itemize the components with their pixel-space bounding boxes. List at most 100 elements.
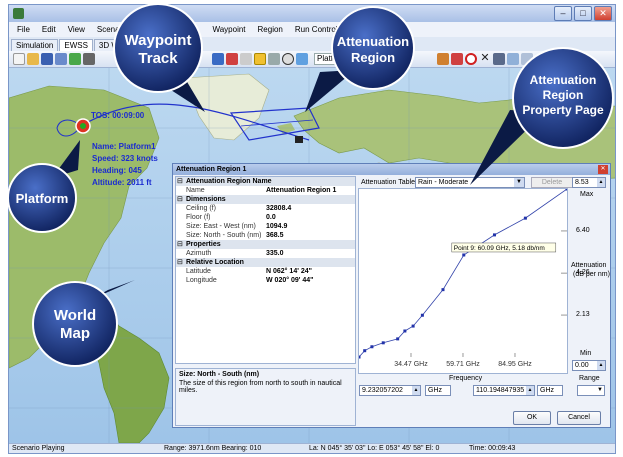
property-key: Azimuth [186,250,212,257]
waypoint-marker[interactable] [295,136,303,143]
max-value: 8.53 [575,179,589,186]
property-category[interactable]: Relative Location [176,258,355,267]
zoom-icon[interactable] [507,53,519,65]
menu-file[interactable]: File [17,25,30,34]
freq-from-unit: GHz [428,387,442,394]
freq-from-unit-select[interactable]: GHz [425,385,451,396]
record-icon[interactable] [465,53,477,65]
pan-icon[interactable] [521,53,533,65]
arrow-tool-icon[interactable] [296,53,308,65]
window-controls: – □ ✕ [554,6,612,21]
image-icon[interactable] [493,53,505,65]
grid-icon[interactable] [240,53,252,65]
property-value[interactable]: 32808.4 [266,204,291,213]
close-button[interactable]: ✕ [594,6,612,21]
pointer-icon[interactable] [55,53,67,65]
freq-to-spinner[interactable]: 110.194847935 ▲ [473,385,535,396]
menu-run-control[interactable]: Run Control [295,25,338,34]
range-bearing-text: Range: 3971.6nm Bearing: 010 [164,445,262,452]
property-category[interactable]: Attenuation Region Name [176,177,355,186]
x-tick-label: 34.47 GHz [394,361,428,368]
property-row[interactable]: Size: North - South (nm) 368.5 [176,231,355,240]
range-label: Range [579,375,600,382]
circle-tool-icon[interactable] [282,53,294,65]
property-row[interactable]: Latitude N 062° 14' 24" [176,267,355,276]
property-grid[interactable]: Attenuation Region NameName Attenuation R… [175,176,356,364]
y-tick-label: 2.13 [576,311,590,319]
menu-help[interactable]: Help [380,25,396,34]
open-folder-icon[interactable] [27,53,39,65]
platform-field[interactable]: Platfo [314,53,341,65]
tab-ewss[interactable]: EWSS [59,39,93,51]
property-value[interactable]: 1094.9 [266,222,287,231]
settings-icon[interactable] [83,53,95,65]
menu-region[interactable]: Region [258,25,283,34]
spinner-arrows-icon: ▲ [597,361,605,370]
tab-simulation[interactable]: Simulation [11,39,59,51]
data-point [403,329,407,333]
property-row[interactable]: Azimuth 335.0 [176,249,355,258]
property-category[interactable]: Properties [176,240,355,249]
property-value[interactable]: 368.5 [266,231,284,240]
menu-edit[interactable]: Edit [42,25,56,34]
min-spinner[interactable]: 0.00 ▲ [572,360,606,371]
max-spinner[interactable]: 8.53 ▲ [572,177,606,188]
platform-altitude-label: Altitude: 2011 ft [92,178,152,187]
description-text: The size of this region from north to so… [179,380,342,394]
data-point [381,341,385,345]
attenuation-table-label: Attenuation Table [361,179,415,186]
freq-from-spinner[interactable]: 9.232057202 ▲ [359,385,421,396]
menu-scenario[interactable]: Scenario [97,25,129,34]
data-point [523,216,527,220]
menu-tools[interactable]: Tools [350,25,369,34]
property-row[interactable]: Longitude W 020° 09' 44" [176,276,355,285]
range-select[interactable]: ▼ [577,385,605,396]
property-value[interactable]: N 062° 14' 24" [266,267,312,276]
freq-to-unit-select[interactable]: GHz [537,385,563,396]
x-tick-label: 59.71 GHz [446,361,480,368]
property-row[interactable]: Name Attenuation Region 1 [176,186,355,195]
region-tool-icon[interactable] [254,53,266,65]
attenuation-line [358,188,568,358]
export-icon[interactable] [437,53,449,65]
data-point [565,187,569,191]
save-icon[interactable] [41,53,53,65]
tooltip-text: Point 9: 60.09 GHz, 5.18 db/nm [454,245,545,252]
property-value[interactable]: 335.0 [266,249,284,258]
route-tool-icon[interactable] [212,53,224,65]
property-category[interactable]: Dimensions [176,195,355,204]
attenuation-table-select[interactable]: Rain - Moderate ▼ [415,177,525,188]
property-row[interactable]: Size: East - West (nm) 1094.9 [176,222,355,231]
property-row[interactable]: Floor (f) 0.0 [176,213,355,222]
platform-tool-icon[interactable] [69,53,81,65]
minimize-button[interactable]: – [554,6,572,21]
delete-button[interactable]: Delete [531,177,573,188]
data-point [363,349,367,353]
new-file-icon[interactable] [13,53,25,65]
freq-to-unit: GHz [540,387,554,394]
cancel-button[interactable]: Cancel [557,411,601,425]
y-tick-label: 4.26 [576,269,590,277]
ok-button[interactable]: OK [513,411,551,425]
menu-waypoint[interactable]: Waypoint [212,25,245,34]
download-icon[interactable] [226,53,238,65]
delete-x-icon[interactable]: ✕ [479,53,491,65]
link-icon[interactable] [451,53,463,65]
pencil-icon[interactable] [268,53,280,65]
tab-3d-world[interactable]: 3D World [93,39,138,51]
scenario-time-label: TOS: 00:09:00 [91,111,145,120]
property-value[interactable]: Attenuation Region 1 [266,186,336,195]
property-value[interactable]: 0.0 [266,213,276,222]
attenuation-graph[interactable]: 34.47 GHz 59.71 GHz 84.95 GHz Point 9: 60.0… [357,187,569,374]
property-value[interactable]: W 020° 09' 44" [266,276,313,285]
data-point [357,355,361,359]
options-icon[interactable] [545,53,557,65]
view-tabs: Simulation EWSS 3D World [9,37,615,51]
property-key: Latitude [186,268,211,275]
attenuation-region-dialog: Attenuation Region 1 ✕ Attenuation Regio… [172,163,611,428]
menu-view[interactable]: View [68,25,85,34]
maximize-button[interactable]: □ [574,6,592,21]
dialog-close-button[interactable]: ✕ [598,165,608,174]
property-row[interactable]: Ceiling (f) 32808.4 [176,204,355,213]
spinner-arrows-icon: ▲ [597,178,605,187]
